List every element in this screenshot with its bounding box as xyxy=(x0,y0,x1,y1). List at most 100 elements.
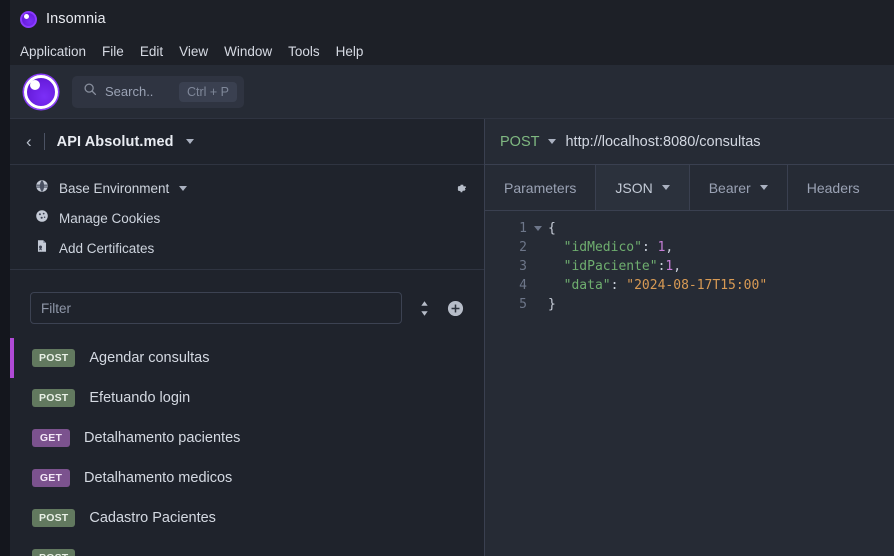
menu-item-application[interactable]: Application xyxy=(20,44,86,59)
menu-item-window[interactable]: Window xyxy=(224,44,272,59)
cookie-icon xyxy=(35,209,49,228)
line-number: 4 xyxy=(519,278,527,293)
main-content: ‹ API Absolut.med Base Environment Manag… xyxy=(10,119,894,556)
environment-selector[interactable]: Base Environment xyxy=(10,173,484,203)
globe-icon xyxy=(35,179,49,198)
tab-body-json[interactable]: JSON xyxy=(596,165,690,210)
method-badge: GET xyxy=(32,469,70,487)
code-token-punct: { xyxy=(548,221,556,236)
code-token-key: "idMedico" xyxy=(563,240,642,255)
environment-label: Base Environment xyxy=(59,180,170,196)
sidebar-item-add-certificates[interactable]: Add Certificates xyxy=(10,233,484,263)
code-token-punct xyxy=(548,240,564,255)
sidebar-divider xyxy=(10,269,484,270)
search-shortcut-badge: Ctrl + P xyxy=(178,81,237,102)
request-name: Agendar consultas xyxy=(89,350,210,366)
header-separator xyxy=(43,133,45,150)
menu-item-help[interactable]: Help xyxy=(336,44,364,59)
chevron-down-icon[interactable] xyxy=(185,139,194,144)
code-token-punct xyxy=(548,259,564,274)
code-line: } xyxy=(548,295,894,314)
editor-code[interactable]: { "idMedico": 1, "idPaciente":1, "data":… xyxy=(531,219,894,556)
code-token-key: "idPaciente" xyxy=(563,259,658,274)
tab-label: Headers xyxy=(806,179,860,196)
code-token-punct: : xyxy=(610,278,627,293)
fold-arrow-icon[interactable] xyxy=(534,226,542,231)
plus-circle-icon[interactable] xyxy=(447,300,464,317)
request-list-item[interactable]: GET Detalhamento medicos xyxy=(10,458,484,498)
request-list-item[interactable]: POST Efetuando login xyxy=(10,378,484,418)
request-list-item[interactable]: POST Agendar consultas xyxy=(10,338,484,378)
sidebar-header: ‹ API Absolut.med xyxy=(10,119,484,165)
chevron-down-icon[interactable] xyxy=(548,139,557,144)
search-icon xyxy=(83,82,97,101)
menu-bar: Application File Edit View Window Tools … xyxy=(10,38,894,65)
request-list-item[interactable]: POST xyxy=(10,538,484,556)
json-body-editor[interactable]: 1 2 3 4 5 { "idMedico": 1, "idPaciente":1, "… xyxy=(485,211,894,556)
request-pane: POST http://localhost:8080/consultas Par… xyxy=(485,119,894,556)
title-bar: Insomnia xyxy=(10,0,894,38)
gear-icon[interactable] xyxy=(453,181,468,196)
insomnia-window: Insomnia Application File Edit View Wind… xyxy=(10,0,894,556)
workspace-name: API Absolut.med xyxy=(56,133,174,150)
request-list[interactable]: POST Agendar consultas POST Efetuando lo… xyxy=(10,336,484,556)
method-badge: POST xyxy=(32,549,76,556)
request-list-item[interactable]: POST Cadastro Pacientes xyxy=(10,498,484,538)
search-input[interactable]: Search.. Ctrl + P xyxy=(72,75,244,108)
filter-row xyxy=(10,280,484,336)
tab-parameters[interactable]: Parameters xyxy=(485,165,597,210)
tab-label: JSON xyxy=(615,179,653,196)
search-placeholder: Search.. xyxy=(105,84,154,99)
request-list-item[interactable]: GET Detalhamento pacientes xyxy=(10,418,484,458)
request-tabs: Parameters JSON Bearer Headers xyxy=(485,165,894,211)
insomnia-logo-icon xyxy=(20,10,37,28)
code-token-punct xyxy=(548,278,564,293)
menu-item-edit[interactable]: Edit xyxy=(140,44,163,59)
environment-block: Base Environment Manage Cookies Add Cert… xyxy=(10,165,484,280)
app-title: Insomnia xyxy=(46,11,106,27)
editor-gutter: 1 2 3 4 5 xyxy=(485,219,542,556)
code-token-punct: } xyxy=(548,297,556,312)
filter-input[interactable] xyxy=(30,292,402,324)
chevron-down-icon[interactable] xyxy=(661,185,670,190)
code-token-punct: : xyxy=(641,240,658,255)
method-badge: POST xyxy=(32,509,76,527)
request-name: Efetuando login xyxy=(89,390,191,406)
request-name: Detalhamento pacientes xyxy=(84,430,241,446)
code-line: "idMedico": 1, xyxy=(548,238,894,257)
app-header-bar: Search.. Ctrl + P xyxy=(10,65,894,119)
menu-item-file[interactable]: File xyxy=(102,44,124,59)
code-token-str: "2024-08-17T15:00" xyxy=(626,278,768,293)
sidebar-item-label: Add Certificates xyxy=(59,240,155,256)
code-line: "idPaciente":1, xyxy=(548,257,894,276)
url-input[interactable]: http://localhost:8080/consultas xyxy=(565,134,760,150)
menu-item-view[interactable]: View xyxy=(179,44,208,59)
code-line: "data": "2024-08-17T15:00" xyxy=(548,276,894,295)
tab-label: Bearer xyxy=(708,179,751,196)
code-token-key: "data" xyxy=(563,278,611,293)
url-bar: POST http://localhost:8080/consultas xyxy=(485,119,894,165)
sidebar-item-label: Manage Cookies xyxy=(59,210,161,226)
method-selector-label[interactable]: POST xyxy=(500,134,539,150)
menu-item-tools[interactable]: Tools xyxy=(288,44,320,59)
code-line: { xyxy=(548,219,894,238)
line-number: 5 xyxy=(519,297,527,312)
tab-label: Parameters xyxy=(504,179,577,196)
tab-auth-bearer[interactable]: Bearer xyxy=(690,165,788,210)
chevron-down-icon[interactable] xyxy=(759,185,768,190)
code-token-punct: , xyxy=(665,240,674,255)
method-badge: POST xyxy=(32,389,76,407)
line-number: 2 xyxy=(519,240,527,255)
sort-updown-icon[interactable] xyxy=(418,300,431,317)
line-number: 3 xyxy=(519,259,527,274)
request-name: Cadastro Pacientes xyxy=(89,510,216,526)
tab-headers[interactable]: Headers xyxy=(788,165,879,210)
chevron-left-icon[interactable]: ‹ xyxy=(26,133,32,150)
code-token-punct: , xyxy=(673,259,682,274)
sidebar-item-manage-cookies[interactable]: Manage Cookies xyxy=(10,203,484,233)
insomnia-logo-large-icon[interactable] xyxy=(24,74,58,109)
request-name: Detalhamento medicos xyxy=(84,470,233,486)
method-badge: POST xyxy=(32,349,76,367)
line-number: 1 xyxy=(485,219,542,238)
chevron-down-icon[interactable] xyxy=(179,185,188,191)
